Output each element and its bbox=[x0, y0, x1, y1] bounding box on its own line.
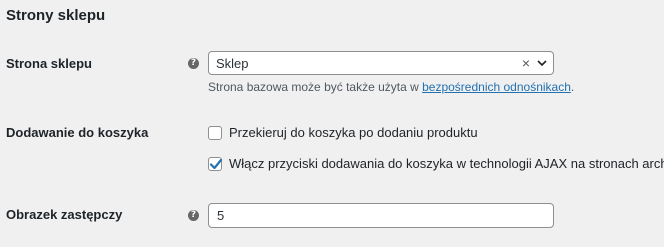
shop-page-select[interactable]: Sklep × bbox=[208, 51, 554, 75]
ajax-add-to-cart-label[interactable]: Włącz przyciski dodawania do koszyka w t… bbox=[229, 156, 664, 172]
ajax-add-to-cart-checkbox[interactable] bbox=[208, 157, 223, 171]
checkmark-icon bbox=[209, 158, 223, 170]
question-circle-icon[interactable]: ? bbox=[188, 58, 199, 69]
add-to-cart-label: Dodawanie do koszyka bbox=[6, 125, 149, 140]
placeholder-image-label: Obrazek zastępczy bbox=[6, 207, 123, 222]
redirect-to-cart-label[interactable]: Przekieruj do koszyka po dodaniu produkt… bbox=[229, 125, 478, 141]
permalinks-link[interactable]: bezpośrednich odnośnikach bbox=[422, 80, 571, 94]
description-text: Strona bazowa może być także użyta w bbox=[208, 80, 423, 94]
placeholder-image-input[interactable] bbox=[208, 203, 554, 228]
redirect-to-cart-checkbox[interactable] bbox=[208, 126, 222, 140]
settings-page: Strony sklepu Strona sklepu ? Sklep × St… bbox=[0, 0, 664, 247]
clear-icon[interactable]: × bbox=[522, 55, 530, 71]
shop-page-label: Strona sklepu bbox=[6, 56, 92, 71]
chevron-down-icon[interactable] bbox=[537, 58, 547, 68]
question-circle-icon[interactable]: ? bbox=[188, 210, 199, 221]
description-suffix: . bbox=[570, 80, 575, 94]
shop-page-selected-value: Sklep bbox=[216, 56, 249, 71]
section-title: Strony sklepu bbox=[6, 7, 106, 24]
shop-page-description: Strona bazowa może być także użyta w bez… bbox=[208, 80, 574, 95]
